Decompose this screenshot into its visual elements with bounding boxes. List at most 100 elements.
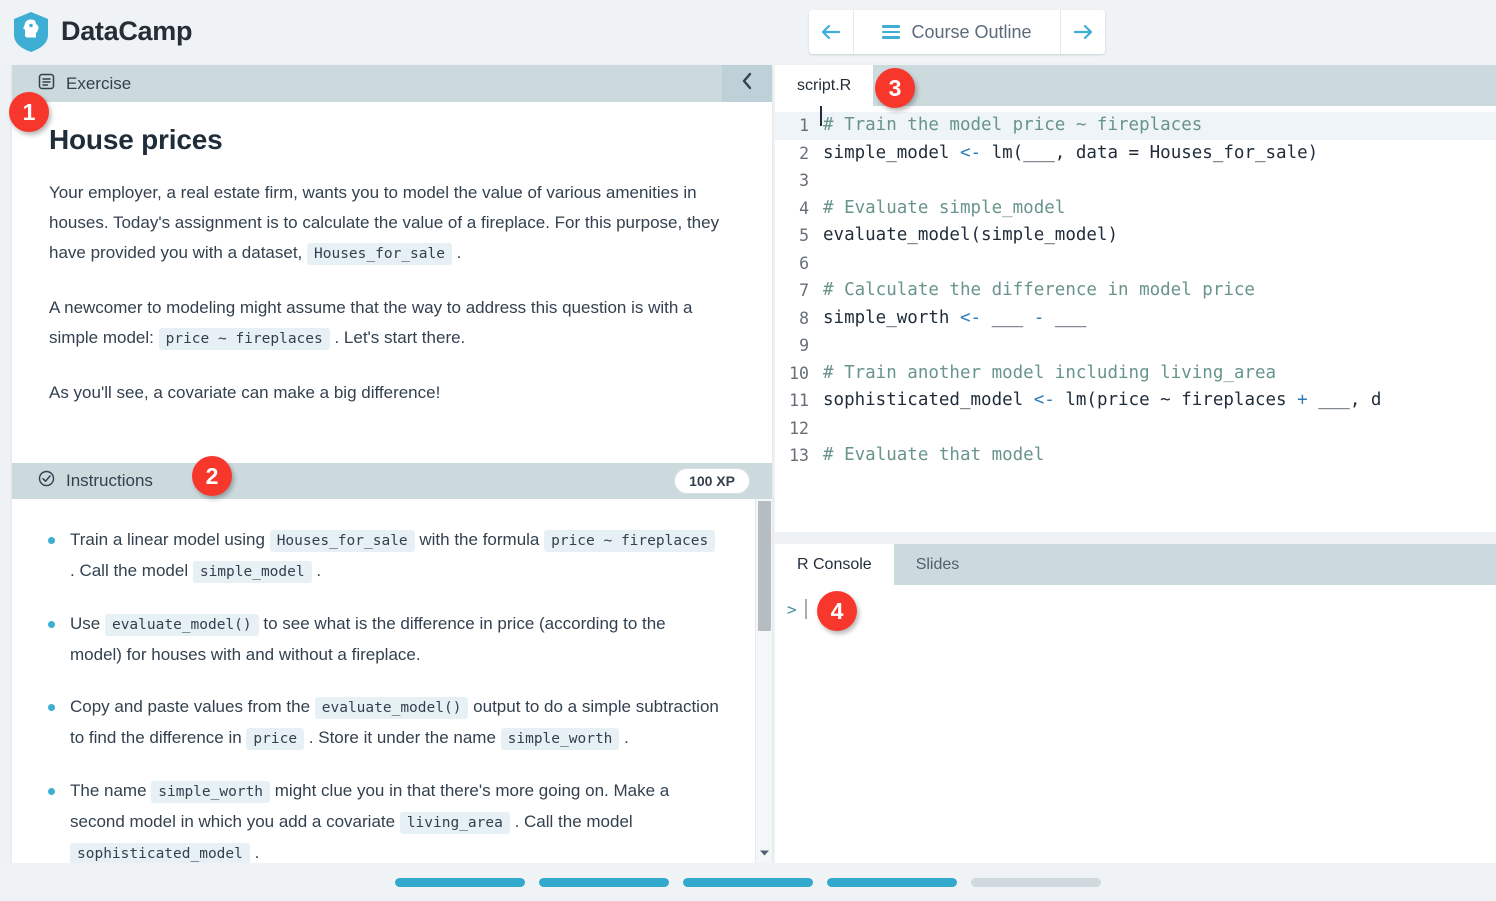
line-number: 2 (775, 140, 823, 168)
inline-code: sophisticated_model (70, 843, 250, 863)
progress-segment[interactable] (683, 878, 813, 887)
code-token: # Calculate the difference in model pric… (823, 280, 1255, 300)
exercise-paragraphs: Your employer, a real estate firm, wants… (49, 178, 736, 408)
annotation-badge-4: 4 (817, 591, 857, 631)
code-line: 8simple_worth <- ___ - ___ (775, 305, 1496, 333)
hamburger-menu-icon (882, 25, 900, 39)
code-editor[interactable]: 1# Train the model price ~ fireplaces2si… (775, 106, 1496, 532)
code-editor-panel: script.R 1# Train the model price ~ fire… (775, 65, 1496, 532)
progress-segment[interactable] (539, 878, 669, 887)
collapse-panel-button[interactable] (722, 65, 772, 102)
code-line-text: sophisticated_model <- lm(price ~ firepl… (823, 387, 1381, 415)
arrow-left-icon (820, 23, 842, 41)
code-line: 12 (775, 415, 1496, 443)
code-token: lm(price ~ fireplaces (1055, 390, 1297, 410)
code-token: sophisticated_model (823, 390, 1034, 410)
exercise-paragraph: Your employer, a real estate firm, wants… (49, 178, 736, 269)
code-token: lm(___, data = Houses_for_sale) (981, 143, 1318, 163)
tab-script-r[interactable]: script.R (775, 65, 873, 106)
exercise-header: Exercise (12, 65, 772, 102)
line-number: 6 (775, 250, 823, 278)
inline-code: simple_model (193, 561, 312, 583)
console-tabbar: R ConsoleSlides (775, 544, 1496, 585)
previous-exercise-button[interactable] (809, 10, 853, 54)
next-exercise-button[interactable] (1061, 10, 1105, 54)
instruction-item: Use evaluate_model() to see what is the … (48, 609, 722, 670)
xp-badge: 100 XP (674, 468, 750, 494)
scroll-down-arrow-icon[interactable] (756, 845, 772, 861)
scrollbar-thumb[interactable] (758, 501, 771, 631)
code-token: # Evaluate simple_model (823, 198, 1065, 218)
instruction-item: Copy and paste values from the evaluate_… (48, 692, 722, 754)
exercise-panel: Exercise House prices Your employer, a r… (12, 65, 772, 863)
code-line-text: # Evaluate simple_model (823, 195, 1065, 223)
instruction-item: The name simple_worth might clue you in … (48, 776, 722, 863)
annotation-badge-1: 1 (9, 92, 49, 132)
code-line-text: # Evaluate that model (823, 442, 1044, 470)
exercise-content: House prices Your employer, a real estat… (12, 102, 772, 408)
instructions-list: Train a linear model using Houses_for_sa… (12, 507, 752, 863)
code-token: # Evaluate that model (823, 445, 1044, 465)
code-line: 4# Evaluate simple_model (775, 195, 1496, 223)
instructions-header-label: Instructions (66, 471, 153, 491)
instruction-item: Train a linear model using Houses_for_sa… (48, 525, 722, 587)
inline-code: Houses_for_sale (270, 530, 415, 552)
line-number: 4 (775, 195, 823, 223)
console-output-area[interactable]: > (775, 585, 1496, 619)
line-number: 8 (775, 305, 823, 333)
code-token: simple_worth (823, 308, 960, 328)
code-token: <- (1034, 390, 1055, 410)
tab-r-console[interactable]: R Console (775, 544, 894, 585)
inline-code: evaluate_model() (105, 614, 259, 636)
code-line-text: # Calculate the difference in model pric… (823, 277, 1255, 305)
inline-code: living_area (400, 812, 510, 834)
brand[interactable]: DataCamp (0, 11, 192, 53)
line-number: 11 (775, 387, 823, 415)
line-number: 12 (775, 415, 823, 443)
course-outline-label: Course Outline (911, 22, 1031, 43)
chevron-left-icon (740, 71, 754, 96)
code-line-text: # Train the model price ~ fireplaces (823, 112, 1202, 140)
progress-segment[interactable] (971, 878, 1101, 887)
code-token: ___ (981, 308, 1034, 328)
code-line: 1# Train the model price ~ fireplaces (775, 112, 1496, 140)
code-line: 3 (775, 167, 1496, 195)
annotation-badge-2: 2 (192, 456, 232, 496)
inline-code: price ~ fireplaces (159, 328, 330, 350)
course-outline-button[interactable]: Course Outline (854, 10, 1060, 54)
progress-segment[interactable] (827, 878, 957, 887)
datacamp-shield-logo (12, 11, 50, 53)
code-token: simple_model (823, 143, 960, 163)
code-token: <- (960, 308, 981, 328)
line-number: 10 (775, 360, 823, 388)
top-bar: DataCamp Course Outline (0, 0, 1496, 63)
line-number: 7 (775, 277, 823, 305)
code-line: 13# Evaluate that model (775, 442, 1496, 470)
inline-code: evaluate_model() (315, 697, 469, 719)
page-title: House prices (49, 124, 736, 156)
exercise-scrollbar[interactable] (755, 499, 772, 863)
exercise-paragraph: As you'll see, a covariate can make a bi… (49, 378, 736, 408)
code-token: - (1034, 308, 1045, 328)
inline-code: simple_worth (151, 781, 270, 803)
exercise-paragraph: A newcomer to modeling might assume that… (49, 293, 736, 354)
console-input-caret (805, 599, 807, 619)
code-token: # Train another model including living_a… (823, 363, 1276, 383)
inline-code: simple_worth (501, 728, 620, 750)
code-line: 6 (775, 250, 1496, 278)
inline-code: price ~ fireplaces (544, 530, 715, 552)
course-navigation: Course Outline (809, 10, 1105, 54)
exercise-progress-bar (0, 863, 1496, 901)
code-line-text: simple_model <- lm(___, data = Houses_fo… (823, 140, 1318, 168)
code-token: <- (960, 143, 981, 163)
code-line: 11sophisticated_model <- lm(price ~ fire… (775, 387, 1496, 415)
document-lines-icon (38, 73, 55, 95)
line-number: 3 (775, 167, 823, 195)
code-line: 9 (775, 332, 1496, 360)
exercise-header-label: Exercise (66, 74, 131, 94)
tab-slides[interactable]: Slides (894, 544, 982, 585)
line-number: 5 (775, 222, 823, 250)
progress-segment[interactable] (395, 878, 525, 887)
annotation-badge-3: 3 (875, 68, 915, 108)
text-cursor (820, 106, 822, 126)
